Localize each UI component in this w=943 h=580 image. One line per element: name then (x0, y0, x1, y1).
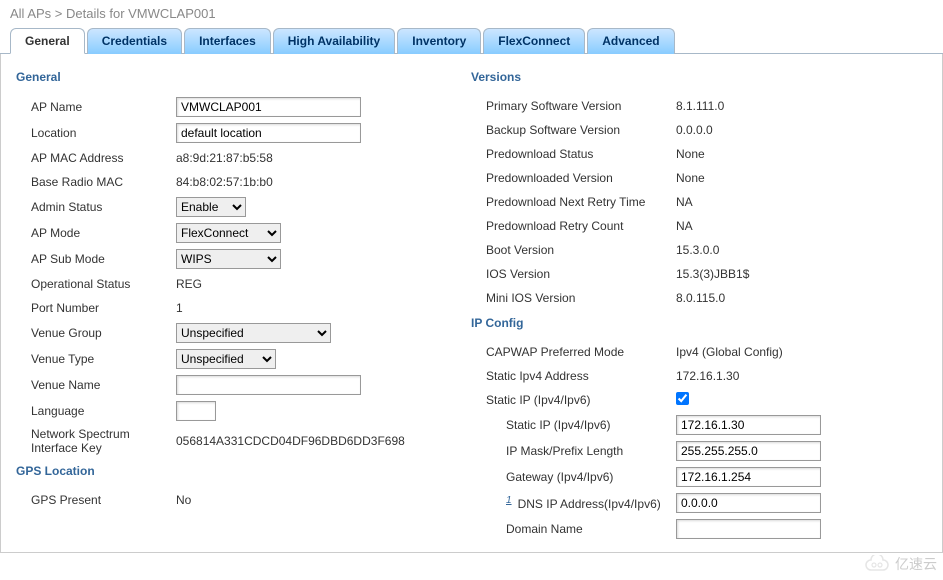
label-ap-mode: AP Mode (16, 226, 176, 240)
section-versions: Versions (471, 64, 927, 90)
label-gateway: Gateway (Ipv4/Ipv6) (471, 470, 676, 484)
label-op-status: Operational Status (16, 277, 176, 291)
boot-version-value: 15.3.0.0 (676, 243, 846, 257)
label-gps-present: GPS Present (16, 493, 176, 507)
tab-general[interactable]: General (10, 28, 85, 54)
tab-high-availability[interactable]: High Availability (273, 28, 395, 54)
label-predl-retry-count: Predownload Retry Count (471, 219, 676, 233)
label-nsi-key: Network Spectrum Interface Key (16, 427, 176, 455)
nsi-key-value: 056814A331CDCD04DF96DBD6DD3F698 (176, 434, 441, 448)
tab-interfaces[interactable]: Interfaces (184, 28, 271, 54)
predl-retry-count-value: NA (676, 219, 846, 233)
label-mini-ios-version: Mini IOS Version (471, 291, 676, 305)
venue-group-select[interactable]: Unspecified (176, 323, 331, 343)
tab-inventory[interactable]: Inventory (397, 28, 481, 54)
ios-version-value: 15.3(3)JBB1$ (676, 267, 846, 281)
venue-name-input[interactable] (176, 375, 361, 395)
admin-status-select[interactable]: Enable (176, 197, 246, 217)
breadcrumb: All APs > Details for VMWCLAP001 (0, 0, 943, 27)
capwap-value: Ipv4 (Global Config) (676, 345, 846, 359)
label-ios-version: IOS Version (471, 267, 676, 281)
port-number-value: 1 (176, 301, 441, 315)
ap-mac-value: a8:9d:21:87:b5:58 (176, 151, 441, 165)
tab-advanced[interactable]: Advanced (587, 28, 674, 54)
section-general: General (16, 64, 441, 90)
label-port-number: Port Number (16, 301, 176, 315)
label-location: Location (16, 126, 176, 140)
label-ap-mac: AP MAC Address (16, 151, 176, 165)
location-input[interactable] (176, 123, 361, 143)
section-ip-config: IP Config (471, 310, 927, 336)
ip-mask-input[interactable] (676, 441, 821, 461)
backup-sw-value: 0.0.0.0 (676, 123, 846, 137)
footnote-link[interactable]: 1 (506, 495, 512, 506)
watermark: 亿速云 (863, 554, 937, 574)
label-static-ip: Static IP (Ipv4/Ipv6) (471, 418, 676, 432)
ap-sub-mode-select[interactable]: WIPS (176, 249, 281, 269)
tabs: General Credentials Interfaces High Avai… (0, 27, 943, 54)
label-predl-version: Predownloaded Version (471, 171, 676, 185)
static-ip-checkbox[interactable] (676, 392, 689, 405)
ap-name-input[interactable] (176, 97, 361, 117)
label-base-radio-mac: Base Radio MAC (16, 175, 176, 189)
op-status-value: REG (176, 277, 441, 291)
label-venue-name: Venue Name (16, 378, 176, 392)
predl-next-retry-value: NA (676, 195, 846, 209)
static-ipv4-addr-value: 172.16.1.30 (676, 369, 846, 383)
label-primary-sw: Primary Software Version (471, 99, 676, 113)
language-input[interactable] (176, 401, 216, 421)
tab-flexconnect[interactable]: FlexConnect (483, 28, 585, 54)
label-ap-name: AP Name (16, 100, 176, 114)
tab-credentials[interactable]: Credentials (87, 28, 182, 54)
label-venue-type: Venue Type (16, 352, 176, 366)
dns-input[interactable] (676, 493, 821, 513)
label-venue-group: Venue Group (16, 326, 176, 340)
label-dns: 1DNS IP Address(Ipv4/Ipv6) (471, 495, 676, 511)
label-capwap: CAPWAP Preferred Mode (471, 345, 676, 359)
gps-present-value: No (176, 493, 441, 507)
label-boot-version: Boot Version (471, 243, 676, 257)
label-static-ipv4-addr: Static Ipv4 Address (471, 369, 676, 383)
base-radio-mac-value: 84:b8:02:57:1b:b0 (176, 175, 441, 189)
gateway-input[interactable] (676, 467, 821, 487)
label-backup-sw: Backup Software Version (471, 123, 676, 137)
label-static-ip-enable: Static IP (Ipv4/Ipv6) (471, 393, 676, 407)
section-gps: GPS Location (16, 458, 441, 484)
ap-mode-select[interactable]: FlexConnect (176, 223, 281, 243)
label-domain-name: Domain Name (471, 522, 676, 536)
domain-name-input[interactable] (676, 519, 821, 539)
label-ip-mask: IP Mask/Prefix Length (471, 444, 676, 458)
predl-version-value: None (676, 171, 846, 185)
static-ip-input[interactable] (676, 415, 821, 435)
label-ap-sub-mode: AP Sub Mode (16, 252, 176, 266)
label-language: Language (16, 404, 176, 418)
label-predl-status: Predownload Status (471, 147, 676, 161)
label-predl-next-retry: Predownload Next Retry Time (471, 195, 676, 209)
primary-sw-value: 8.1.111.0 (676, 99, 846, 113)
label-admin-status: Admin Status (16, 200, 176, 214)
predl-status-value: None (676, 147, 846, 161)
venue-type-select[interactable]: Unspecified (176, 349, 276, 369)
mini-ios-version-value: 8.0.115.0 (676, 291, 846, 305)
content: General AP Name Location AP MAC Address … (0, 54, 943, 553)
cloud-icon (863, 555, 891, 573)
